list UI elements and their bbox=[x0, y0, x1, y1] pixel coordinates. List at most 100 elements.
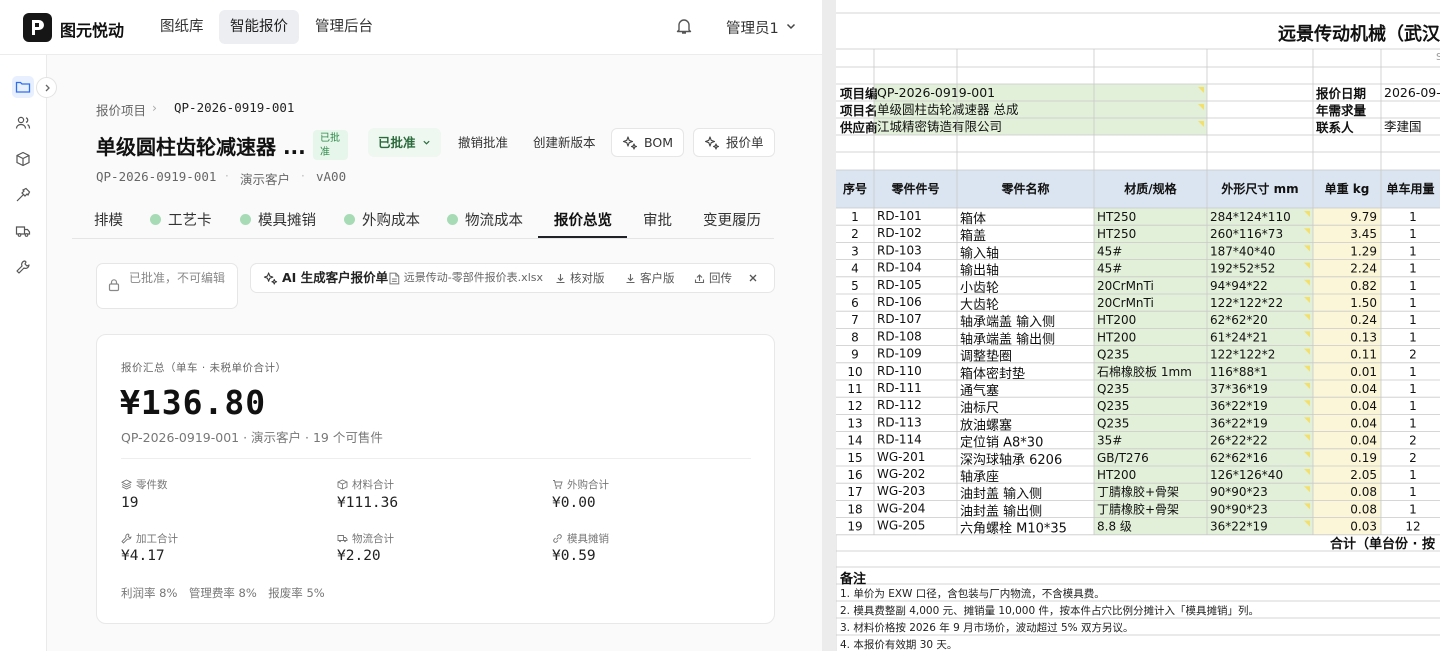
part-qty: 1 bbox=[1409, 279, 1417, 293]
stat-label: 模具摊销 bbox=[567, 533, 609, 545]
info-right-value: 李建国 bbox=[1384, 119, 1422, 134]
revoke-approval-button[interactable]: 撤销批准 bbox=[448, 128, 518, 157]
notes-title: 备注 bbox=[839, 571, 866, 587]
part-material: Q235 bbox=[1097, 416, 1129, 430]
part-qty: 1 bbox=[1409, 227, 1417, 241]
top-bar: 图元悦动 图纸库 智能报价 管理后台 管理员1 bbox=[0, 0, 822, 55]
info-value: 单级圆柱齿轮减速器 总成 bbox=[877, 102, 1018, 117]
part-weight: 9.79 bbox=[1350, 210, 1377, 224]
part-material: HT200 bbox=[1097, 313, 1136, 327]
part-material: 35# bbox=[1097, 434, 1122, 448]
part-name: 放油螺塞 bbox=[960, 417, 1012, 433]
info-value: QP-2026-0919-001 bbox=[877, 85, 995, 100]
breadcrumb-parent[interactable]: 报价项目 bbox=[96, 100, 146, 119]
note-line: 2. 模具费整副 4,000 元、摊销量 10,000 件，按本件占穴比例分摊计… bbox=[840, 604, 1259, 617]
part-size: 62*62*20 bbox=[1210, 313, 1268, 327]
upload-return-button[interactable]: 回传 bbox=[694, 264, 732, 292]
project-code: QP-2026-0919-001 bbox=[96, 169, 217, 184]
nav-smart-quote[interactable]: 智能报价 bbox=[219, 10, 299, 44]
table-header-cell: 外形尺寸 mm bbox=[1221, 181, 1298, 196]
part-name: 调整垫圈 bbox=[960, 349, 1012, 365]
part-number: RD-109 bbox=[877, 347, 922, 361]
part-number: RD-112 bbox=[877, 398, 922, 412]
nav-admin[interactable]: 管理后台 bbox=[304, 10, 384, 44]
wrench-icon[interactable] bbox=[12, 256, 34, 278]
part-name: 输入轴 bbox=[960, 245, 999, 261]
row-index: 5 bbox=[851, 279, 859, 293]
summary-caption: 报价汇总（单车 · 未税单价合计） bbox=[121, 362, 287, 374]
user-menu[interactable]: 管理员1 bbox=[726, 17, 779, 38]
stat-processing-label: 加工合计 bbox=[121, 531, 178, 546]
tab-quote-overview[interactable]: 报价总览 bbox=[554, 209, 612, 230]
row-index: 3 bbox=[851, 244, 859, 258]
cube-icon[interactable] bbox=[12, 148, 34, 170]
stat-label: 加工合计 bbox=[136, 533, 178, 545]
tab-approval[interactable]: 审批 bbox=[643, 209, 672, 230]
part-name: 油封盖 输入侧 bbox=[960, 486, 1042, 502]
tab-logistics-cost[interactable]: 物流成本 bbox=[447, 209, 523, 230]
download-customer-button[interactable]: 客户版 bbox=[625, 264, 675, 292]
sidebar-toggle-button[interactable] bbox=[36, 77, 57, 98]
part-material: 石棉橡胶板 1mm bbox=[1097, 364, 1192, 379]
part-name: 油封盖 输出侧 bbox=[960, 503, 1042, 519]
note-line: 3. 材料价格按 2026 年 9 月市场价，波动超过 5% 双方另议。 bbox=[840, 621, 1133, 634]
part-qty: 1 bbox=[1409, 485, 1417, 499]
ai-generate-button[interactable]: AI 生成客户报价单 bbox=[263, 264, 388, 292]
nav-drawings[interactable]: 图纸库 bbox=[149, 10, 215, 44]
part-weight: 0.24 bbox=[1350, 313, 1377, 327]
part-number: RD-103 bbox=[877, 243, 922, 257]
hammer-icon[interactable] bbox=[12, 184, 34, 206]
part-number: RD-102 bbox=[877, 226, 922, 240]
bom-button[interactable]: BOM bbox=[611, 128, 684, 157]
bom-label: BOM bbox=[644, 135, 673, 150]
row-index: 18 bbox=[847, 502, 862, 516]
project-customer: 演示客户 bbox=[240, 172, 291, 187]
create-version-button[interactable]: 创建新版本 bbox=[523, 128, 606, 157]
part-name: 箱体密封垫 bbox=[960, 366, 1025, 382]
part-qty: 1 bbox=[1409, 330, 1417, 344]
bell-icon[interactable] bbox=[674, 16, 694, 36]
row-index: 16 bbox=[847, 468, 862, 482]
part-name: 通气塞 bbox=[960, 383, 999, 399]
ai-generate-label: AI 生成客户报价单 bbox=[282, 270, 389, 285]
part-material: 丁腈橡胶+骨架 bbox=[1097, 501, 1179, 516]
part-qty: 1 bbox=[1409, 313, 1417, 327]
part-weight: 2.24 bbox=[1350, 262, 1377, 276]
tab-process-card[interactable]: 工艺卡 bbox=[150, 209, 212, 230]
part-name: 箱体 bbox=[960, 211, 986, 227]
chevron-down-icon[interactable] bbox=[785, 20, 797, 32]
locked-text: 已批准，不可编辑 bbox=[129, 271, 226, 285]
part-material: Q235 bbox=[1097, 348, 1129, 362]
status-dropdown[interactable]: 已批准 bbox=[368, 128, 441, 157]
stat-label: 外购合计 bbox=[567, 479, 609, 491]
part-qty: 2 bbox=[1409, 348, 1417, 362]
folder-icon[interactable] bbox=[12, 76, 34, 98]
tab-mold-amortization[interactable]: 模具摊销 bbox=[240, 209, 316, 230]
part-weight: 0.82 bbox=[1350, 279, 1377, 293]
download-check-button[interactable]: 核对版 bbox=[555, 264, 605, 292]
app-name: 图元悦动 bbox=[60, 21, 125, 40]
part-name: 输出轴 bbox=[960, 263, 999, 279]
stat-material-value: ¥111.36 bbox=[337, 495, 399, 511]
tab-purchase-cost[interactable]: 外购成本 bbox=[344, 209, 420, 230]
sparkle-icon bbox=[263, 271, 278, 285]
download-customer-label: 客户版 bbox=[640, 271, 675, 285]
part-name: 定位销 A8*30 bbox=[960, 436, 1043, 451]
truck-icon[interactable] bbox=[12, 220, 34, 242]
rates-line: 利润率 8% 管理费率 8% 报废率 5% bbox=[121, 586, 325, 600]
part-name: 箱盖 bbox=[960, 228, 986, 244]
stat-purchase-value: ¥0.00 bbox=[552, 495, 596, 511]
quote-file-link[interactable]: 远景传动-零部件报价表.xlsx bbox=[389, 264, 543, 292]
users-icon[interactable] bbox=[12, 112, 34, 134]
breadcrumb-current: QP-2026-0919-001 bbox=[174, 100, 295, 115]
part-size: 26*22*22 bbox=[1210, 434, 1268, 448]
part-qty: 1 bbox=[1409, 502, 1417, 516]
tab-change-history[interactable]: 变更履历 bbox=[703, 209, 761, 230]
part-size: 61*24*21 bbox=[1210, 330, 1268, 344]
part-number: RD-114 bbox=[877, 433, 922, 447]
part-number: RD-105 bbox=[877, 278, 922, 292]
close-toolbar-button[interactable] bbox=[748, 264, 758, 292]
quote-sheet-button[interactable]: 报价单 bbox=[693, 128, 775, 157]
download-icon bbox=[556, 273, 565, 283]
tab-layout[interactable]: 排模 bbox=[94, 209, 123, 230]
